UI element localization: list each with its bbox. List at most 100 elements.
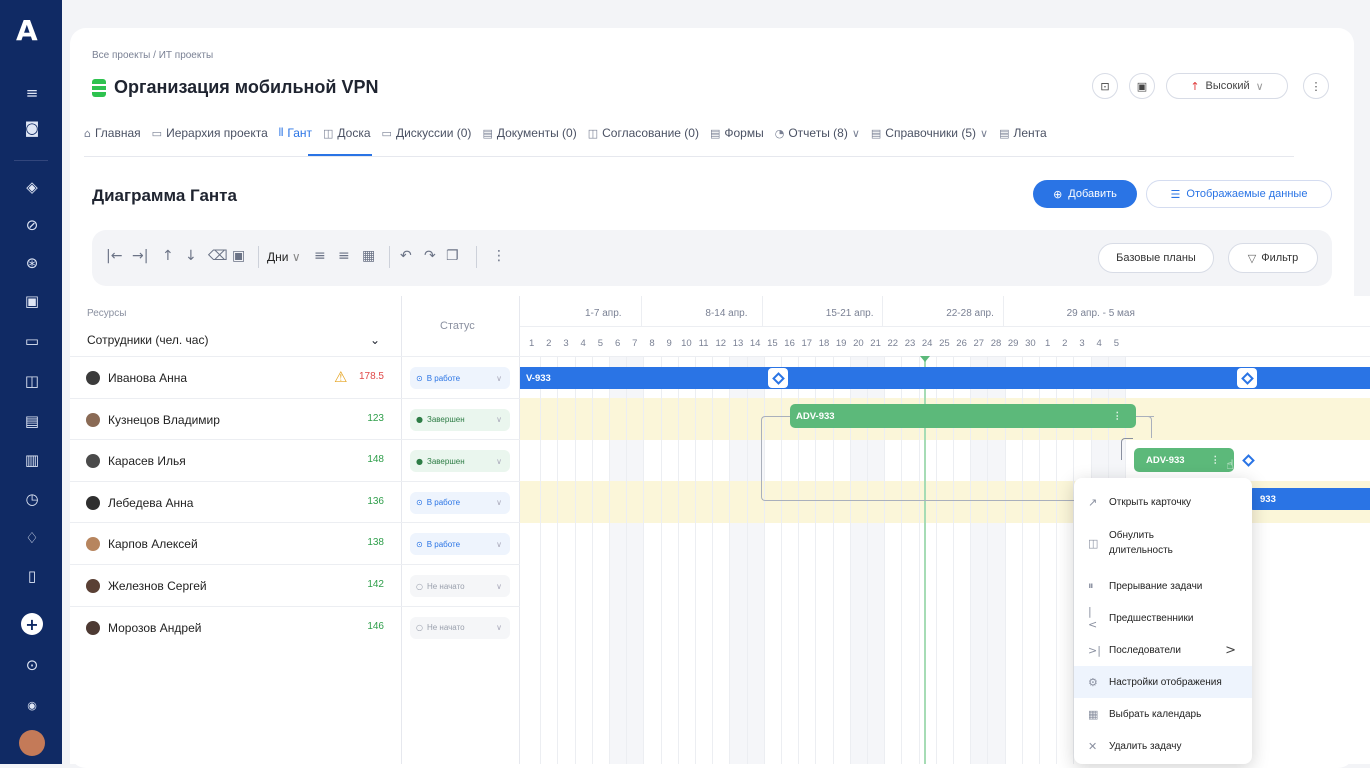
- table-row[interactable]: Кузнецов Владимир 123 ● Завершен ∨: [70, 397, 520, 440]
- scale-select[interactable]: Дни ∨: [267, 250, 301, 264]
- document-icon[interactable]: ▤: [19, 408, 45, 434]
- employees-column-header[interactable]: Сотрудники (чел. час): [87, 333, 208, 347]
- tab-9[interactable]: ▤ Справочники (5) ∨: [871, 126, 988, 140]
- context-menu-item[interactable]: ⏸ Прерывание задачи: [1074, 570, 1252, 602]
- trash-icon[interactable]: ⌫: [208, 248, 228, 264]
- tab-label: Справочники (5): [885, 126, 976, 140]
- chevron-down-icon: ∨: [496, 623, 502, 633]
- sort-down-icon[interactable]: ≡: [338, 248, 350, 264]
- status-select[interactable]: ● Завершен ∨: [410, 408, 510, 431]
- chevron-down-icon[interactable]: ⌄: [370, 333, 380, 347]
- status-select[interactable]: ⊙ В работе ∨: [410, 533, 510, 556]
- plus-icon[interactable]: +: [21, 613, 43, 635]
- calendar-icon[interactable]: ▣: [19, 288, 45, 314]
- priority-select[interactable]: ↑ Высокий ∨: [1166, 73, 1288, 99]
- add-button[interactable]: ⊕ Добавить: [1033, 180, 1137, 208]
- day-label: 15: [767, 338, 778, 349]
- milestone-icon[interactable]: [1237, 368, 1257, 388]
- search-doc-icon[interactable]: ◙: [19, 115, 45, 141]
- context-menu-item[interactable]: ◫ Обнулить длительность: [1074, 518, 1252, 568]
- report-icon[interactable]: ▥: [19, 447, 45, 473]
- move-down-icon[interactable]: ↓: [185, 248, 197, 264]
- duplicate-icon[interactable]: ❐: [446, 248, 459, 264]
- resource-name: Лебедева Анна: [108, 495, 194, 510]
- status-icon: ⊙: [416, 373, 423, 383]
- context-menu-item[interactable]: |< Предшественники: [1074, 602, 1252, 634]
- context-menu-item[interactable]: >| Последователи >: [1074, 634, 1252, 666]
- expand-right-icon[interactable]: →|: [132, 248, 148, 264]
- status-select[interactable]: ○ Не начато ∨: [410, 616, 510, 639]
- milestone-icon[interactable]: [768, 368, 788, 388]
- tab-3[interactable]: ◫ Доска: [323, 126, 371, 140]
- table-row[interactable]: Железнов Сергей 142 ○ Не начато ∨: [70, 564, 520, 606]
- bell-icon[interactable]: ♢: [19, 525, 45, 551]
- bookmark-icon[interactable]: ▯: [19, 563, 45, 589]
- display-data-button[interactable]: ☰ Отображаемые данные: [1146, 180, 1332, 208]
- tab-4[interactable]: ▭ Дискуссии (0): [382, 126, 472, 140]
- check-circle-icon[interactable]: ⊘: [19, 212, 45, 238]
- status-icon: ●: [416, 456, 423, 466]
- filter-button[interactable]: ▽ Фильтр: [1228, 243, 1318, 273]
- tab-1[interactable]: ▭ Иерархия проекта: [152, 126, 268, 140]
- resource-name: Карпов Алексей: [108, 537, 198, 552]
- tab-7[interactable]: ▤ Формы: [710, 126, 764, 140]
- status-column-header[interactable]: Статус: [440, 320, 475, 332]
- clock-icon[interactable]: ◷: [19, 486, 45, 512]
- board-icon[interactable]: ◫: [19, 368, 45, 394]
- tab-8[interactable]: ◔ Отчеты (8) ∨: [775, 126, 860, 140]
- calendar-link-icon[interactable]: ▦: [362, 248, 375, 264]
- context-menu-item[interactable]: ↗ Открыть карточку: [1074, 486, 1252, 518]
- tab-0[interactable]: ⌂ Главная: [84, 126, 141, 140]
- list-icon: ☰: [1170, 187, 1181, 201]
- day-label: 12: [715, 338, 727, 349]
- table-row[interactable]: Карасев Илья 148 ● Завершен ∨: [70, 439, 520, 481]
- arrow-circle-icon[interactable]: ⊛: [19, 250, 45, 276]
- context-menu-item[interactable]: ✕ Удалить задачу: [1074, 730, 1252, 762]
- table-row[interactable]: Морозов Андрей 146 ○ Не начато ∨: [70, 605, 520, 648]
- copy-button[interactable]: ▣: [1129, 73, 1155, 99]
- more-vertical-icon[interactable]: ⋮: [1211, 455, 1221, 466]
- context-menu-item[interactable]: ⚙ Настройки отображения: [1074, 666, 1252, 698]
- status-select[interactable]: ○ Не начато ∨: [410, 575, 510, 597]
- milestone-icon[interactable]: [1238, 450, 1258, 470]
- context-menu-item[interactable]: ▦ Выбрать календарь: [1074, 698, 1252, 730]
- page-title-block: Организация мобильной VPN: [92, 77, 379, 98]
- export-button[interactable]: ⊡: [1092, 73, 1118, 99]
- sort-up-icon[interactable]: ≡: [314, 248, 326, 264]
- user-avatar-small[interactable]: ◉: [19, 692, 45, 718]
- menu-icon[interactable]: ≡: [19, 80, 45, 106]
- help-icon[interactable]: ⊙: [19, 652, 45, 678]
- table-row[interactable]: Лебедева Анна 136 ⊙ В работе ∨: [70, 480, 520, 523]
- table-row[interactable]: Иванова Анна 178.5 ⚠ ⊙ В работе ∨: [70, 356, 520, 398]
- gantt-bar[interactable]: ADV-933 ⋮: [790, 404, 1136, 428]
- redo-icon[interactable]: ↷: [424, 248, 436, 264]
- tab-10[interactable]: ▤ Лента: [999, 126, 1047, 140]
- tab-6[interactable]: ◫ Согласование (0): [588, 126, 699, 140]
- resource-name-cell: Железнов Сергей: [86, 579, 207, 593]
- status-select[interactable]: ● Завершен ∨: [410, 450, 510, 473]
- move-up-icon[interactable]: ↑: [162, 248, 174, 264]
- app-logo[interactable]: A: [16, 14, 38, 47]
- gantt-bar[interactable]: 933: [1248, 488, 1370, 510]
- save-icon[interactable]: ▣: [232, 248, 245, 264]
- breadcrumb[interactable]: Все проекты / ИТ проекты: [92, 50, 213, 61]
- user-avatar[interactable]: [19, 730, 45, 756]
- status-select[interactable]: ⊙ В работе ∨: [410, 367, 510, 389]
- avatar: [86, 579, 100, 593]
- gantt-bar[interactable]: ADV-933 ⋮ ☝: [1134, 448, 1234, 473]
- undo-icon[interactable]: ↶: [400, 248, 412, 264]
- day-divider: [591, 356, 593, 764]
- tab-label: Иерархия проекта: [166, 126, 268, 140]
- baselines-button[interactable]: Базовые планы: [1098, 243, 1214, 273]
- day-label: 20: [853, 338, 864, 349]
- collapse-left-icon[interactable]: |←: [106, 248, 122, 264]
- layers-icon[interactable]: ◈: [19, 174, 45, 200]
- tab-5[interactable]: ▤ Документы (0): [482, 126, 576, 140]
- chat-icon[interactable]: ▭: [19, 328, 45, 354]
- more-vertical-icon[interactable]: ⋮: [1113, 411, 1123, 422]
- tab-2[interactable]: ⫴ Гант: [279, 126, 312, 140]
- table-row[interactable]: Карпов Алексей 138 ⊙ В работе ∨: [70, 522, 520, 564]
- status-select[interactable]: ⊙ В работе ∨: [410, 491, 510, 514]
- more-vertical-icon[interactable]: ⋮: [492, 248, 506, 264]
- more-button[interactable]: ⋮: [1303, 73, 1329, 99]
